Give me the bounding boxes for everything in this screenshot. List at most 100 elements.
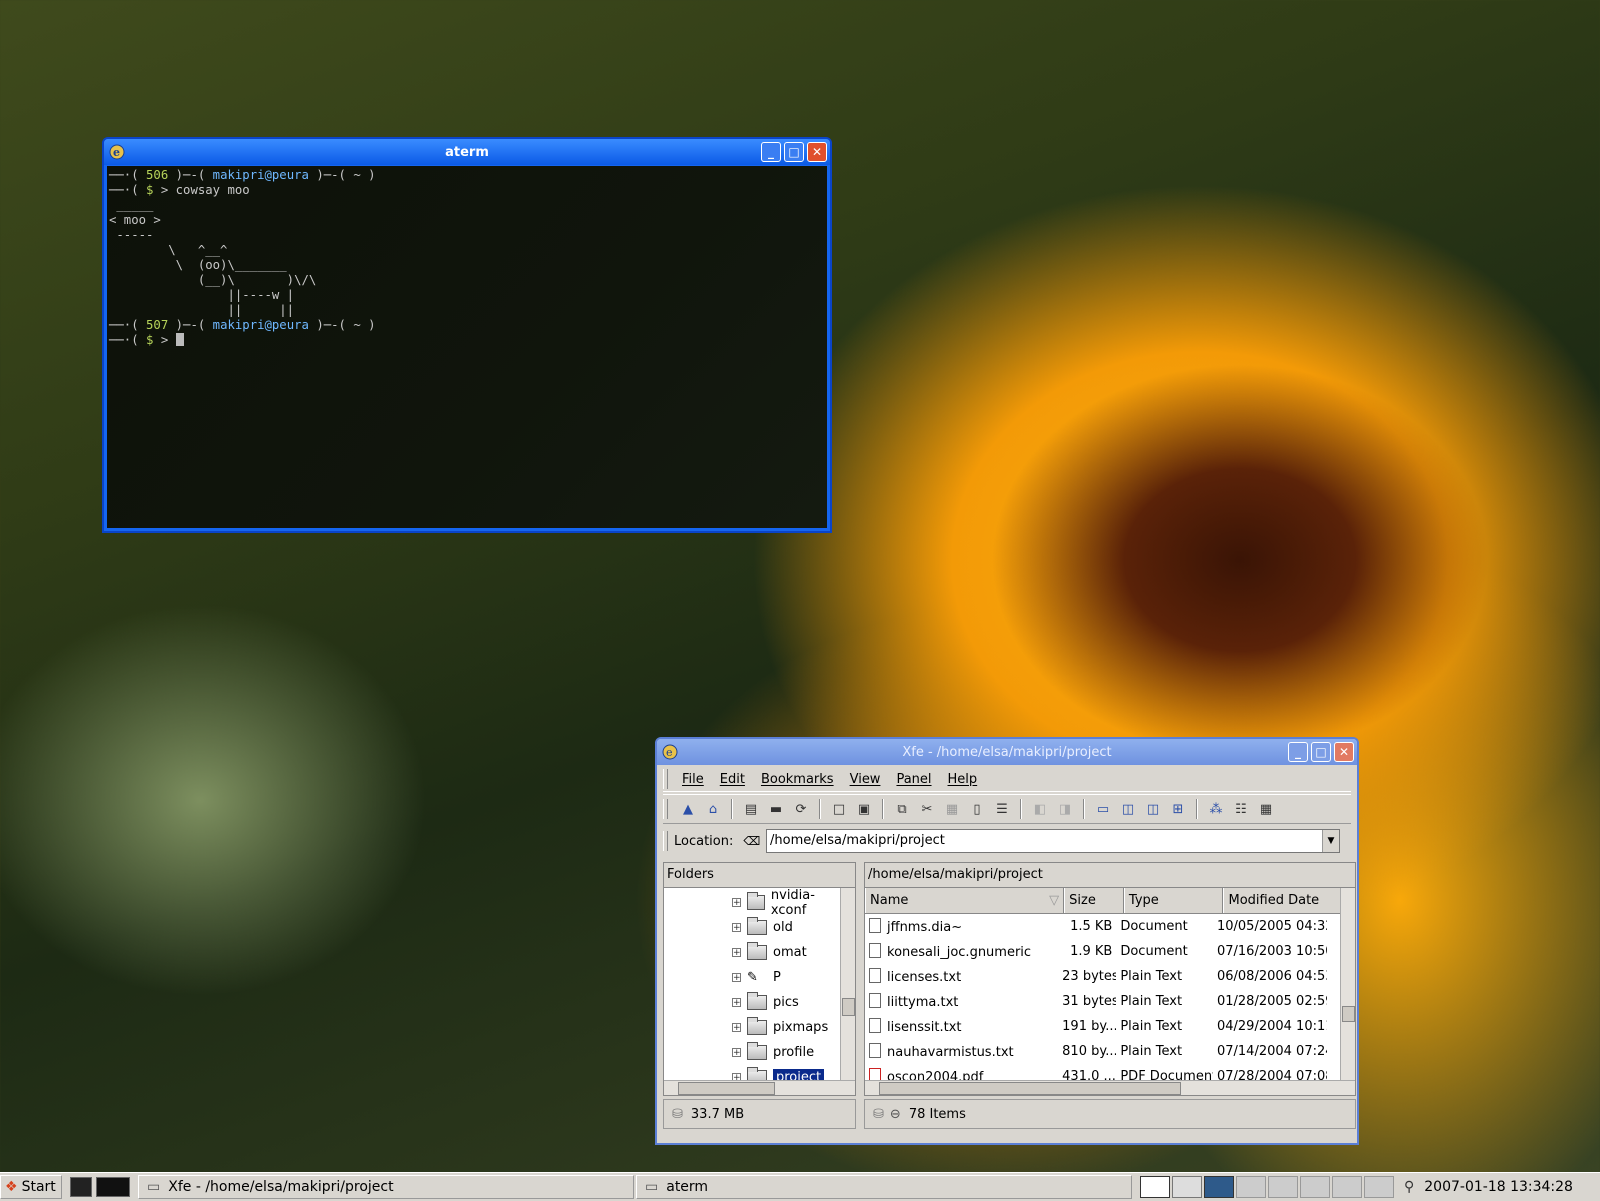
cut-icon[interactable]: ✂ (916, 798, 938, 820)
scroll-thumb[interactable] (879, 1082, 1181, 1095)
desktop-2[interactable] (1172, 1176, 1202, 1198)
properties-icon[interactable]: ☰ (991, 798, 1013, 820)
location-dropdown-icon[interactable]: ▼ (1322, 830, 1339, 852)
column-size[interactable]: Size (1064, 888, 1124, 913)
desktop-7[interactable] (1332, 1176, 1362, 1198)
close-button[interactable]: ✕ (807, 142, 827, 162)
tree-item[interactable]: + nvidia-xconf (732, 888, 841, 918)
copy-icon[interactable]: ⧉ (891, 798, 913, 820)
bookmark-icon[interactable]: ▤ (740, 798, 762, 820)
expand-icon[interactable]: + (732, 948, 741, 958)
tree-item[interactable]: + ✎ P (732, 965, 781, 990)
expand-icon[interactable]: + (732, 923, 741, 933)
file-row[interactable]: licenses.txt 23 bytes Plain Text 06/08/2006… (865, 964, 1327, 989)
file-row[interactable]: oscon2004.pdf 431.0 ... PDF Document 07/28/… (865, 1064, 1327, 1081)
minimize-button[interactable]: _ (761, 142, 781, 162)
file-row[interactable]: lisenssit.txt 191 by... Plain Text 04/29/20… (865, 1014, 1327, 1039)
minimize-button[interactable]: _ (1288, 742, 1308, 762)
big-icons-icon[interactable]: ⁂ (1205, 798, 1227, 820)
terminal-area[interactable]: ──·( 506 )─-( makipri@peura )─-( ~ ) ──·… (107, 166, 827, 528)
network-tray-icon[interactable]: ⚲ (1404, 1179, 1414, 1195)
folders-hscrollbar[interactable] (664, 1080, 855, 1095)
files-hscrollbar[interactable] (865, 1080, 1355, 1095)
xfe-window[interactable]: e Xfe - /home/elsa/makipri/project _ □ ✕… (655, 737, 1359, 1145)
expand-icon[interactable]: + (732, 1023, 741, 1033)
files-vscrollbar[interactable] (1340, 888, 1355, 1081)
menu-edit[interactable]: Edit (720, 772, 745, 787)
desktop-3[interactable] (1204, 1176, 1234, 1198)
location-grip[interactable] (663, 831, 668, 851)
aterm-window[interactable]: e aterm _ □ ✕ ──·( 506 )─-( makipri@peur… (102, 137, 832, 533)
cow-line: ||----w | (109, 288, 295, 302)
monitor-launcher-icon[interactable] (96, 1177, 130, 1197)
forward-icon[interactable]: ◨ (1054, 798, 1076, 820)
desktop-4[interactable] (1236, 1176, 1266, 1198)
menu-help[interactable]: Help (948, 772, 978, 787)
maximize-button[interactable]: □ (784, 142, 804, 162)
maximize-button[interactable]: □ (1311, 742, 1331, 762)
task-xfe[interactable]: ▭ Xfe - /home/elsa/makipri/project (138, 1175, 634, 1199)
scroll-thumb[interactable] (1342, 1006, 1355, 1022)
paste-icon[interactable]: ▦ (941, 798, 963, 820)
home-icon[interactable]: ⌂ (702, 798, 724, 820)
aterm-titlebar[interactable]: e aterm _ □ ✕ (104, 139, 830, 165)
up-arrow-icon[interactable]: ▲ (677, 798, 699, 820)
tree-item[interactable]: + pics (732, 990, 799, 1015)
folders-vscrollbar[interactable] (840, 888, 855, 1081)
expand-icon[interactable]: + (732, 998, 741, 1008)
expand-icon[interactable]: + (732, 1048, 741, 1058)
tree-item-selected[interactable]: + project (732, 1065, 825, 1081)
small-icons-icon[interactable]: ☷ (1230, 798, 1252, 820)
detailed-list-icon[interactable]: ▦ (1255, 798, 1277, 820)
expand-icon[interactable]: + (732, 898, 741, 908)
terminal-launcher-icon[interactable] (70, 1177, 92, 1197)
task-aterm[interactable]: ▭ aterm (636, 1175, 1132, 1199)
tree-item[interactable]: + profile (732, 1040, 814, 1065)
tree-panel-icon[interactable]: ◫ (1117, 798, 1139, 820)
tree-item[interactable]: + old (732, 915, 793, 940)
toolbar-grip[interactable] (663, 799, 668, 819)
menu-file[interactable]: File (682, 772, 704, 787)
refresh-icon[interactable]: ⟳ (790, 798, 812, 820)
menu-bookmarks[interactable]: Bookmarks (761, 772, 834, 787)
expand-icon[interactable]: + (732, 973, 741, 983)
start-button[interactable]: ❖ Start (0, 1175, 62, 1199)
clear-location-icon[interactable]: ⌫ (743, 834, 760, 848)
tree-two-panels-icon[interactable]: ⊞ (1167, 798, 1189, 820)
window-title: aterm (445, 144, 489, 160)
tree-item[interactable]: + pixmaps (732, 1015, 828, 1040)
desktop-6[interactable] (1300, 1176, 1330, 1198)
column-modified[interactable]: Modified Date (1223, 888, 1341, 913)
desktop-5[interactable] (1268, 1176, 1298, 1198)
close-button[interactable]: ✕ (1334, 742, 1354, 762)
location-input[interactable]: /home/elsa/makipri/project ▼ (766, 829, 1340, 853)
menu-view[interactable]: View (850, 772, 881, 787)
hidden-files-icon[interactable]: ⊖ (890, 1107, 901, 1122)
two-panels-icon[interactable]: ◫ (1142, 798, 1164, 820)
back-icon[interactable]: ◧ (1029, 798, 1051, 820)
text-file-icon (869, 968, 881, 983)
tree-item[interactable]: + omat (732, 940, 807, 965)
menubar: File Edit Bookmarks View Panel Help (663, 767, 1351, 792)
xfe-titlebar[interactable]: e Xfe - /home/elsa/makipri/project _ □ ✕ (657, 739, 1357, 765)
desktop-1[interactable] (1140, 1176, 1170, 1198)
one-panel-icon[interactable]: ▭ (1092, 798, 1114, 820)
terminal-icon[interactable]: ▬ (765, 798, 787, 820)
file-row[interactable]: konesali_joc.gnumeric 1.9 KB Document 07/16… (865, 939, 1327, 964)
file-row[interactable]: jffnms.dia~ 1.5 KB Document 10/05/2005 04:3… (865, 914, 1327, 939)
scroll-thumb[interactable] (842, 998, 855, 1016)
new-folder-icon[interactable]: ▣ (853, 798, 875, 820)
scroll-thumb[interactable] (678, 1082, 775, 1095)
column-name[interactable]: Name ▽ (865, 888, 1065, 913)
filter-icon[interactable]: ⛁ (873, 1107, 884, 1122)
column-type[interactable]: Type (1123, 888, 1224, 913)
new-file-icon[interactable]: □ (828, 798, 850, 820)
desktop-8[interactable] (1364, 1176, 1394, 1198)
file-row[interactable]: liittyma.txt 31 bytes Plain Text 01/28/2005… (865, 989, 1327, 1014)
menubar-grip[interactable] (663, 769, 668, 789)
delete-icon[interactable]: ▯ (966, 798, 988, 820)
menu-panel[interactable]: Panel (896, 772, 931, 787)
file-row[interactable]: nauhavarmistus.txt 810 by... Plain Text 07/… (865, 1039, 1327, 1064)
command-text: cowsay moo (175, 183, 250, 197)
folder-icon (747, 1042, 767, 1060)
